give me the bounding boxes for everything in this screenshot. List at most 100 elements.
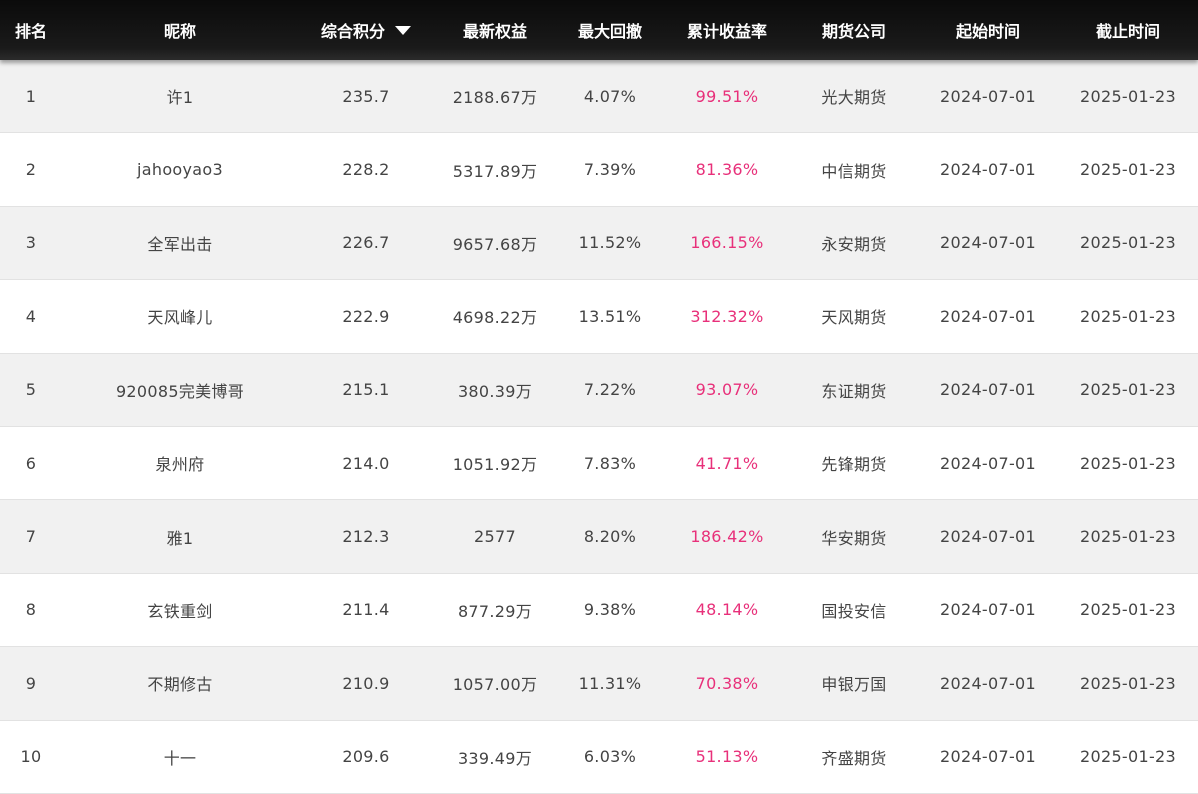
rank-cell: 4 <box>25 306 37 326</box>
start-time-cell: 2024-07-01 <box>940 673 1036 693</box>
drawdown-cell: 4.07% <box>583 86 637 106</box>
table-row[interactable]: 6 泉州府 214.0 1051.92万 7.83% 41.71% 先锋期货 2024-07-… <box>0 426 1198 501</box>
column-header-company[interactable]: 期货公司 <box>790 0 918 60</box>
rank-cell: 1 <box>25 86 37 106</box>
score-cell: 235.7 <box>342 86 390 106</box>
score-cell: 209.6 <box>342 747 390 767</box>
column-header-score[interactable]: 综合积分 <box>298 0 434 60</box>
end-time-cell: 2025-01-23 <box>1080 527 1176 547</box>
end-time-cell: 2025-01-23 <box>1080 673 1176 693</box>
nickname-cell[interactable]: 920085完美博哥 <box>62 354 298 426</box>
return-rate-cell: 312.32% <box>690 306 764 326</box>
return-rate-cell: 48.14% <box>695 600 759 620</box>
start-time-cell: 2024-07-01 <box>940 160 1036 180</box>
rank-cell: 8 <box>25 600 37 620</box>
return-rate-cell: 51.13% <box>695 747 759 767</box>
drawdown-cell: 9.38% <box>583 600 637 620</box>
score-cell: 210.9 <box>342 673 390 693</box>
company-cell: 光大期货 <box>821 88 887 108</box>
score-cell: 228.2 <box>342 160 390 180</box>
equity-cell: 1057.00万 <box>452 675 538 695</box>
table-row[interactable]: 3 全军出击 226.7 9657.68万 11.52% 166.15% 永安期货 2024-… <box>0 206 1198 281</box>
company-cell: 东证期货 <box>821 381 887 401</box>
nickname-cell[interactable]: 不期修古 <box>62 647 298 719</box>
nickname-cell[interactable]: 全军出击 <box>62 207 298 279</box>
start-time-cell: 2024-07-01 <box>940 306 1036 326</box>
column-header-equity[interactable]: 最新权益 <box>434 0 556 60</box>
end-time-cell: 2025-01-23 <box>1080 306 1176 326</box>
drawdown-cell: 11.52% <box>578 233 642 253</box>
table-body: 1 许1 235.7 2188.67万 4.07% 99.51% 光大期货 2024-07-0… <box>0 60 1198 794</box>
nickname-cell[interactable]: 十一 <box>62 721 298 793</box>
drawdown-cell: 8.20% <box>583 527 637 547</box>
start-time-cell: 2024-07-01 <box>940 747 1036 767</box>
end-time-cell: 2025-01-23 <box>1080 600 1176 620</box>
return-rate-cell: 41.71% <box>695 453 759 473</box>
equity-cell: 5317.89万 <box>452 161 538 181</box>
nickname-cell[interactable]: jahooyao3 <box>62 133 298 205</box>
start-time-cell: 2024-07-01 <box>940 453 1036 473</box>
column-header-rank[interactable]: 排名 <box>0 0 62 60</box>
company-cell: 齐盛期货 <box>821 748 887 768</box>
rank-cell: 5 <box>25 380 37 400</box>
rank-cell: 10 <box>20 747 42 767</box>
table-row[interactable]: 8 玄铁重剑 211.4 877.29万 9.38% 48.14% 国投安信 2024-07-… <box>0 573 1198 648</box>
table-row[interactable]: 2 jahooyao3 228.2 5317.89万 7.39% 81.36% 中信期货 20… <box>0 133 1198 207</box>
drawdown-cell: 7.83% <box>583 453 637 473</box>
table-row[interactable]: 4 天风峰儿 222.9 4698.22万 13.51% 312.32% 天风期货 2024-… <box>0 280 1198 354</box>
table-row[interactable]: 9 不期修古 210.9 1057.00万 11.31% 70.38% 申银万国 2024-0… <box>0 647 1198 721</box>
end-time-cell: 2025-01-23 <box>1080 747 1176 767</box>
start-time-cell: 2024-07-01 <box>940 233 1036 253</box>
company-cell: 天风期货 <box>821 308 887 328</box>
caret-down-icon[interactable] <box>395 26 411 35</box>
nickname-cell[interactable]: 泉州府 <box>62 427 298 499</box>
drawdown-cell: 11.31% <box>578 673 642 693</box>
nickname-cell[interactable]: 雅1 <box>62 500 298 572</box>
end-time-cell: 2025-01-23 <box>1080 86 1176 106</box>
nickname-cell[interactable]: 天风峰儿 <box>62 280 298 352</box>
drawdown-cell: 7.39% <box>583 160 637 180</box>
score-cell: 212.3 <box>342 527 390 547</box>
start-time-cell: 2024-07-01 <box>940 380 1036 400</box>
equity-cell: 9657.68万 <box>452 234 538 254</box>
equity-cell: 339.49万 <box>457 748 533 768</box>
table-row[interactable]: 5 920085完美博哥 215.1 380.39万 7.22% 93.07% 东证期货 20… <box>0 353 1198 427</box>
column-header-start-time[interactable]: 起始时间 <box>918 0 1058 60</box>
nickname-cell[interactable]: 许1 <box>62 60 298 132</box>
column-header-return-rate[interactable]: 累计收益率 <box>664 0 790 60</box>
company-cell: 先锋期货 <box>821 455 887 475</box>
rank-cell: 2 <box>25 160 37 180</box>
company-cell: 中信期货 <box>821 161 887 181</box>
rank-cell: 7 <box>25 527 37 547</box>
equity-cell: 2577 <box>474 527 516 547</box>
score-cell: 215.1 <box>342 380 390 400</box>
score-cell: 222.9 <box>342 306 390 326</box>
end-time-cell: 2025-01-23 <box>1080 160 1176 180</box>
return-rate-cell: 166.15% <box>690 233 764 253</box>
end-time-cell: 2025-01-23 <box>1080 233 1176 253</box>
end-time-cell: 2025-01-23 <box>1080 380 1176 400</box>
score-cell: 226.7 <box>342 233 390 253</box>
company-cell: 永安期货 <box>821 234 887 254</box>
column-header-drawdown[interactable]: 最大回撤 <box>556 0 664 60</box>
drawdown-cell: 7.22% <box>583 380 637 400</box>
nickname-cell[interactable]: 玄铁重剑 <box>62 574 298 646</box>
return-rate-cell: 93.07% <box>695 380 759 400</box>
column-header-end-time[interactable]: 截止时间 <box>1058 0 1198 60</box>
start-time-cell: 2024-07-01 <box>940 86 1036 106</box>
return-rate-cell: 186.42% <box>690 527 764 547</box>
table-row[interactable]: 10 十一 209.6 339.49万 6.03% 51.13% 齐盛期货 2024-07-0… <box>0 720 1198 794</box>
company-cell: 国投安信 <box>821 601 887 621</box>
end-time-cell: 2025-01-23 <box>1080 453 1176 473</box>
start-time-cell: 2024-07-01 <box>940 600 1036 620</box>
equity-cell: 2188.67万 <box>452 88 538 108</box>
score-cell: 214.0 <box>342 453 390 473</box>
rank-cell: 3 <box>25 233 37 253</box>
table-row[interactable]: 7 雅1 212.3 2577 8.20% 186.42% 华安期货 2024-07-01 20… <box>0 500 1198 574</box>
table-row[interactable]: 1 许1 235.7 2188.67万 4.07% 99.51% 光大期货 2024-07-0… <box>0 60 1198 134</box>
equity-cell: 877.29万 <box>457 601 533 621</box>
column-header-nickname[interactable]: 昵称 <box>62 0 298 60</box>
ranking-table: 排名 昵称 综合积分 最新权益 最大回撤 累计收益率 期货公司 起始时间 截止时… <box>0 0 1198 794</box>
rank-cell: 6 <box>25 453 37 473</box>
score-cell: 211.4 <box>342 600 390 620</box>
